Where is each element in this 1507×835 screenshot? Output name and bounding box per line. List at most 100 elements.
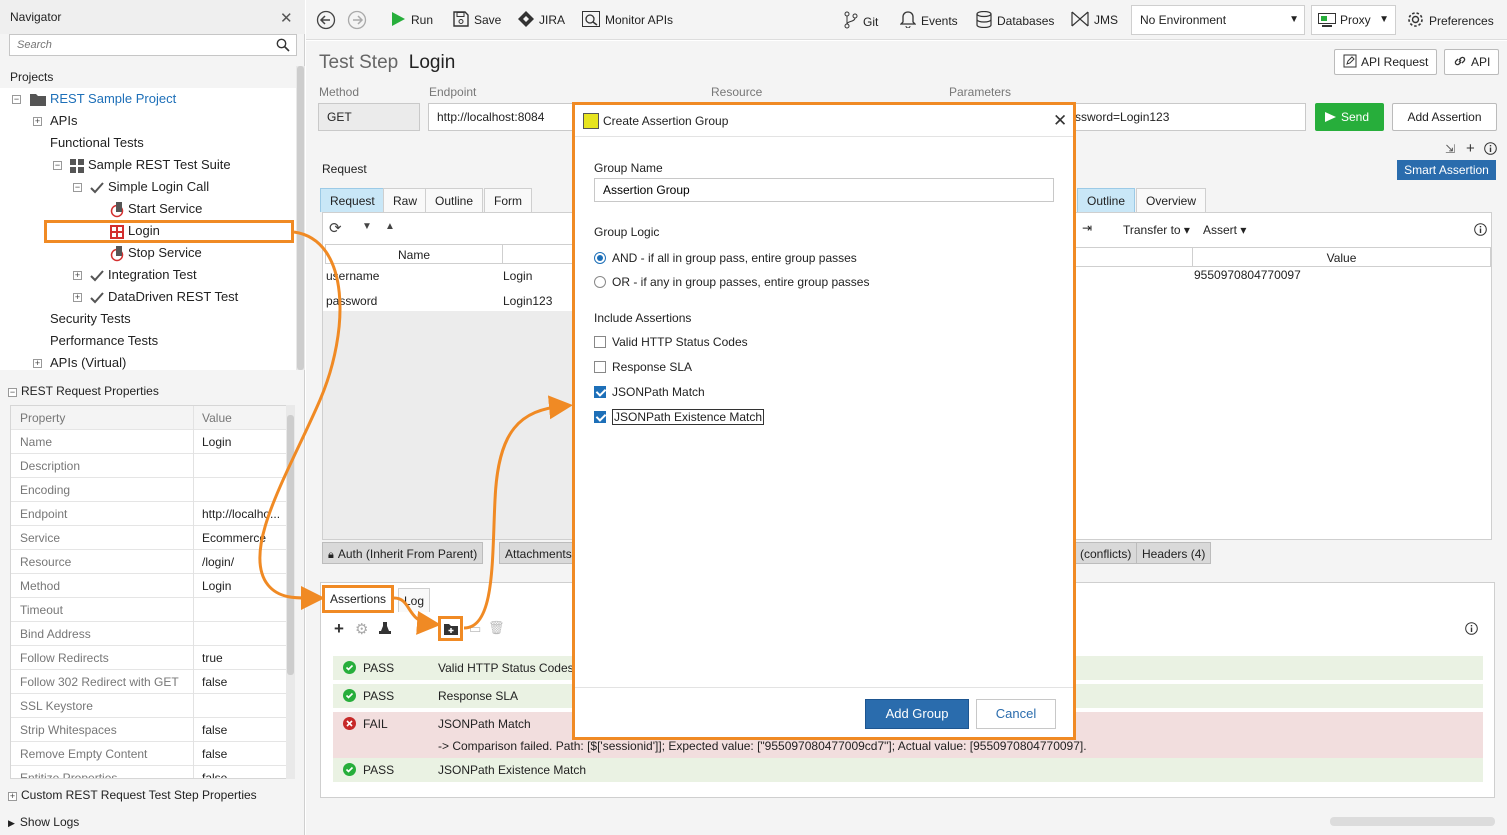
method-field[interactable]: GET bbox=[318, 103, 420, 131]
tree-item-stop-service[interactable]: Stop Service bbox=[110, 242, 202, 264]
tree-item-rest-sample-project[interactable]: REST Sample Project bbox=[30, 88, 176, 110]
property-row[interactable]: Bind Address bbox=[11, 622, 294, 646]
tab-assertions[interactable]: Assertions bbox=[322, 585, 394, 613]
refresh-icon[interactable]: ⟳ bbox=[329, 219, 342, 237]
tab-request[interactable]: Request bbox=[320, 188, 385, 212]
property-row[interactable]: Resource/login/ bbox=[11, 550, 294, 574]
show-logs-link[interactable]: ▶ Show Logs bbox=[8, 815, 79, 829]
tree-item-apis-virtual[interactable]: APIs (Virtual) bbox=[50, 352, 126, 374]
add-group-button[interactable]: Add Group bbox=[865, 699, 969, 729]
expand-icon[interactable]: + bbox=[33, 117, 42, 126]
assertion-row[interactable]: PASS JSONPath Existence Match bbox=[333, 758, 1483, 782]
property-row[interactable]: Strip Whitespaces false bbox=[11, 718, 294, 742]
param-value[interactable]: Login bbox=[503, 269, 532, 283]
tree-item-sample-rest-test-suite[interactable]: Sample REST Test Suite bbox=[70, 154, 231, 176]
include-checkbox[interactable]: Valid HTTP Status Codes bbox=[594, 335, 748, 349]
tree-item-start-service[interactable]: Start Service bbox=[110, 198, 202, 220]
assert-menu[interactable]: Assert ▾ bbox=[1203, 223, 1246, 237]
transfer-to-menu[interactable]: Transfer to ▾ bbox=[1123, 223, 1190, 237]
create-group-button[interactable] bbox=[438, 616, 463, 641]
tree-scrollbar[interactable] bbox=[296, 66, 305, 370]
add-assertion-button[interactable]: Add Assertion bbox=[1392, 103, 1497, 131]
property-value[interactable]: Login bbox=[202, 430, 288, 454]
send-button[interactable]: Send bbox=[1315, 103, 1384, 131]
horizontal-scrollbar[interactable] bbox=[1330, 817, 1495, 826]
gear-icon[interactable]: ⚙ bbox=[355, 620, 368, 638]
tree-item-security-tests[interactable]: Security Tests bbox=[50, 308, 131, 330]
back-icon[interactable] bbox=[316, 10, 336, 30]
property-row[interactable]: Follow Redirects true bbox=[11, 646, 294, 670]
tree-item-integration-test[interactable]: Integration Test bbox=[90, 264, 197, 286]
property-value[interactable]: false bbox=[202, 766, 288, 778]
move-up-icon[interactable]: ▲ bbox=[385, 221, 395, 232]
property-row[interactable]: SSL Keystore bbox=[11, 694, 294, 718]
endpoint-field[interactable]: http://localhost:8084 bbox=[428, 103, 578, 131]
proxy-button[interactable]: Proxy ▼ bbox=[1311, 5, 1396, 35]
property-row[interactable]: Timeout bbox=[11, 598, 294, 622]
param-value[interactable]: Login123 bbox=[503, 294, 552, 308]
tree-item-performance-tests[interactable]: Performance Tests bbox=[50, 330, 158, 352]
info-icon[interactable] bbox=[1474, 223, 1487, 236]
property-value[interactable]: Ecommerce bbox=[202, 526, 288, 550]
logic-or-radio[interactable]: OR - if any in group passes, entire grou… bbox=[594, 275, 869, 289]
property-value[interactable]: http://localho... bbox=[202, 502, 288, 526]
properties-header[interactable]: − REST Request Properties bbox=[8, 384, 159, 398]
jira-button[interactable]: JIRA bbox=[518, 11, 565, 31]
tab-attachments[interactable]: Attachments bbox=[499, 542, 573, 564]
tab-outline[interactable]: Outline bbox=[425, 188, 484, 212]
cancel-button[interactable]: Cancel bbox=[976, 699, 1056, 729]
property-row[interactable]: Service Ecommerce bbox=[11, 526, 294, 550]
custom-properties-header[interactable]: + Custom REST Request Test Step Propertie… bbox=[8, 788, 257, 802]
property-row[interactable]: Remove Empty Content false bbox=[11, 742, 294, 766]
tab-response-outline[interactable]: Outline bbox=[1077, 188, 1136, 212]
jms-button[interactable]: JMS bbox=[1071, 11, 1118, 31]
collapse-icon[interactable]: − bbox=[12, 95, 21, 104]
tree-item-functional-tests[interactable]: Functional Tests bbox=[50, 132, 144, 154]
tree-item-datadriven-rest-test[interactable]: DataDriven REST Test bbox=[90, 286, 238, 308]
tab-overview[interactable]: Overview bbox=[1136, 188, 1207, 212]
api-request-button[interactable]: API Request bbox=[1334, 49, 1438, 75]
property-row[interactable]: Description bbox=[11, 454, 294, 478]
transfer-icon[interactable]: ⇥ bbox=[1082, 221, 1092, 235]
api-button[interactable]: API bbox=[1444, 49, 1500, 75]
search-input[interactable] bbox=[10, 35, 265, 55]
tree-item-simple-login-call[interactable]: Simple Login Call bbox=[90, 176, 209, 198]
group-name-input[interactable] bbox=[594, 178, 1054, 202]
tree-item-apis[interactable]: APIs bbox=[50, 110, 77, 132]
info-icon[interactable] bbox=[1484, 142, 1497, 155]
property-row[interactable]: Encoding bbox=[11, 478, 294, 502]
include-checkbox[interactable]: JSONPath Existence Match bbox=[594, 409, 765, 425]
property-value[interactable]: false bbox=[202, 718, 288, 742]
param-name[interactable]: password bbox=[326, 294, 377, 308]
databases-button[interactable]: Databases bbox=[976, 11, 1054, 31]
property-value[interactable]: false bbox=[202, 670, 288, 694]
save-button[interactable]: Save bbox=[453, 11, 501, 31]
tab-auth[interactable]: 🔒︎ Auth (Inherit From Parent) bbox=[322, 542, 484, 564]
tab-headers[interactable]: Headers (4) bbox=[1136, 542, 1212, 564]
run-button[interactable]: Run bbox=[390, 11, 433, 31]
smart-assertion-button[interactable]: Smart Assertion bbox=[1397, 160, 1496, 180]
include-checkbox[interactable]: JSONPath Match bbox=[594, 385, 705, 399]
filter-icon[interactable]: ⇲ bbox=[1445, 142, 1455, 156]
property-value[interactable]: true bbox=[202, 646, 288, 670]
close-icon[interactable]: ✕ bbox=[1053, 111, 1067, 131]
property-row[interactable]: Endpoint http://localho... bbox=[11, 502, 294, 526]
copy-icon[interactable]: ▭ bbox=[469, 621, 481, 637]
property-row[interactable]: Method Login bbox=[11, 574, 294, 598]
collapse-icon[interactable]: − bbox=[8, 388, 17, 397]
search-icon[interactable] bbox=[276, 38, 290, 52]
expand-icon[interactable]: + bbox=[8, 792, 17, 801]
property-row[interactable]: Entitize Properties false bbox=[11, 766, 294, 778]
tab-log[interactable]: Log bbox=[398, 588, 431, 612]
close-icon[interactable]: ✕ bbox=[280, 9, 293, 27]
monitor-apis-button[interactable]: Monitor APIs bbox=[582, 11, 673, 31]
param-name[interactable]: username bbox=[326, 269, 379, 283]
properties-scrollbar[interactable] bbox=[286, 405, 295, 779]
parameters-field[interactable]: ssword=Login123 bbox=[1070, 103, 1306, 131]
tab-conflicts[interactable]: (conflicts) bbox=[1074, 542, 1138, 564]
include-checkbox[interactable]: Response SLA bbox=[594, 360, 692, 374]
add-icon[interactable]: + bbox=[1466, 140, 1475, 157]
expand-icon[interactable]: + bbox=[73, 271, 82, 280]
events-button[interactable]: Events bbox=[900, 11, 958, 31]
git-button[interactable]: Git bbox=[844, 11, 878, 31]
